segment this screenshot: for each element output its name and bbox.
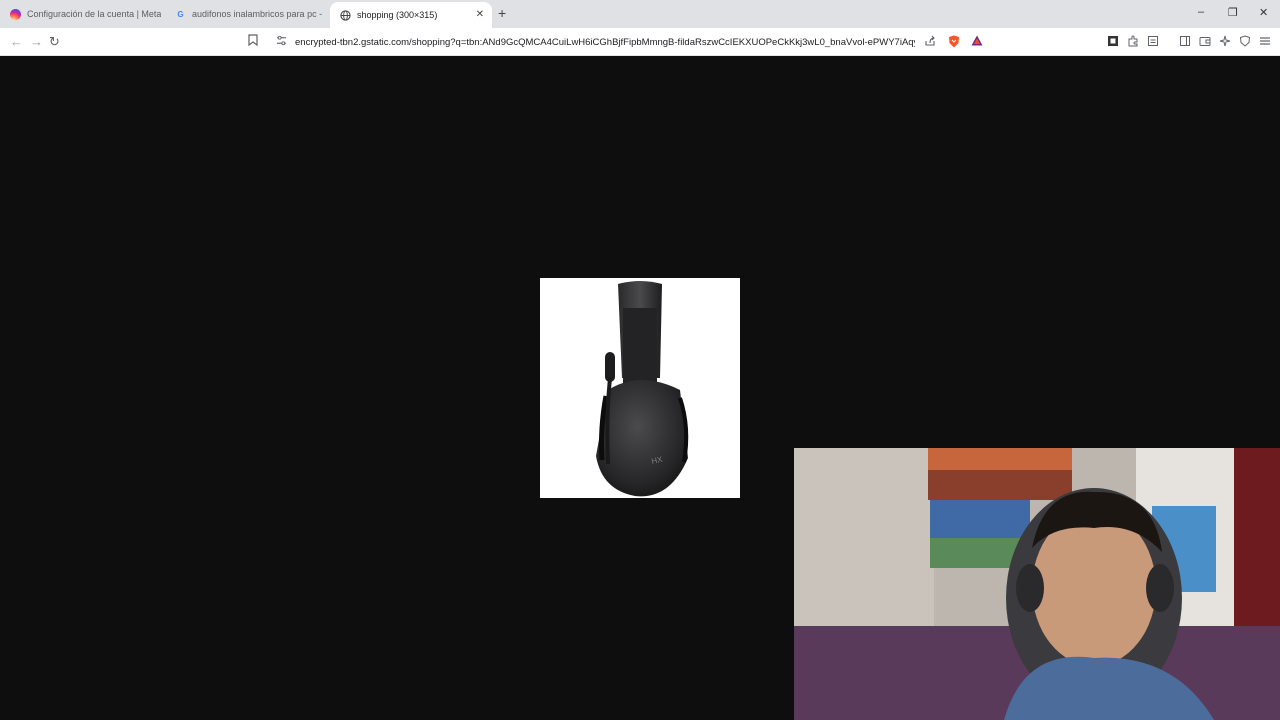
tab-title: shopping (300×315) xyxy=(357,10,438,20)
tab-shopping-image[interactable]: shopping (300×315) ✕ xyxy=(330,2,492,28)
bookmark-icon[interactable] xyxy=(248,34,258,49)
brave-shield-icon[interactable] xyxy=(948,35,960,51)
leo-ai-icon[interactable] xyxy=(1219,35,1231,50)
tab-strip: Configuración de la cuenta | Meta G audi… xyxy=(0,0,1280,28)
extensions-icon[interactable] xyxy=(1127,35,1139,50)
menu-icon[interactable] xyxy=(1259,35,1271,50)
sidebar-icon[interactable] xyxy=(1179,35,1191,50)
wallet-icon[interactable] xyxy=(1199,35,1211,50)
globe-icon xyxy=(340,9,351,21)
browser-toolbar: ← → ↻ encrypted-tbn2.gstatic.com/shoppin… xyxy=(0,28,1280,56)
url-text[interactable]: encrypted-tbn2.gstatic.com/shopping?q=tb… xyxy=(295,37,915,48)
minimize-button[interactable]: – xyxy=(1198,6,1204,18)
google-icon: G xyxy=(177,9,184,19)
share-icon[interactable] xyxy=(924,35,936,50)
instagram-icon xyxy=(10,8,21,20)
reload-button[interactable]: ↻ xyxy=(49,34,60,50)
close-tab-icon[interactable]: ✕ xyxy=(476,9,484,20)
new-tab-button[interactable]: + xyxy=(498,5,506,21)
back-button[interactable]: ← xyxy=(10,34,23,49)
close-window-button[interactable]: ✕ xyxy=(1259,6,1268,19)
headset-icon: HX xyxy=(596,281,689,497)
screenshot-icon[interactable] xyxy=(1107,35,1119,50)
tab-title: Configuración de la cuenta | Meta xyxy=(27,9,162,19)
webcam-overlay xyxy=(794,448,1280,720)
tab-meta-settings[interactable]: Configuración de la cuenta | Meta xyxy=(0,0,165,28)
site-info-icon[interactable] xyxy=(276,35,287,49)
tab-google-search[interactable]: G audifonos inalambricos para pc - Bus xyxy=(165,0,325,28)
forward-button[interactable]: → xyxy=(30,34,43,49)
brave-rewards-icon[interactable] xyxy=(971,35,983,49)
address-bar[interactable]: encrypted-tbn2.gstatic.com/shopping?q=tb… xyxy=(270,31,990,53)
vpn-icon[interactable] xyxy=(1239,35,1251,50)
reader-mode-icon[interactable] xyxy=(1147,35,1159,50)
restore-button[interactable]: ❐ xyxy=(1228,6,1238,19)
tab-title: audifonos inalambricos para pc - Bus xyxy=(192,9,325,19)
product-image-headset[interactable]: HX xyxy=(540,278,740,498)
